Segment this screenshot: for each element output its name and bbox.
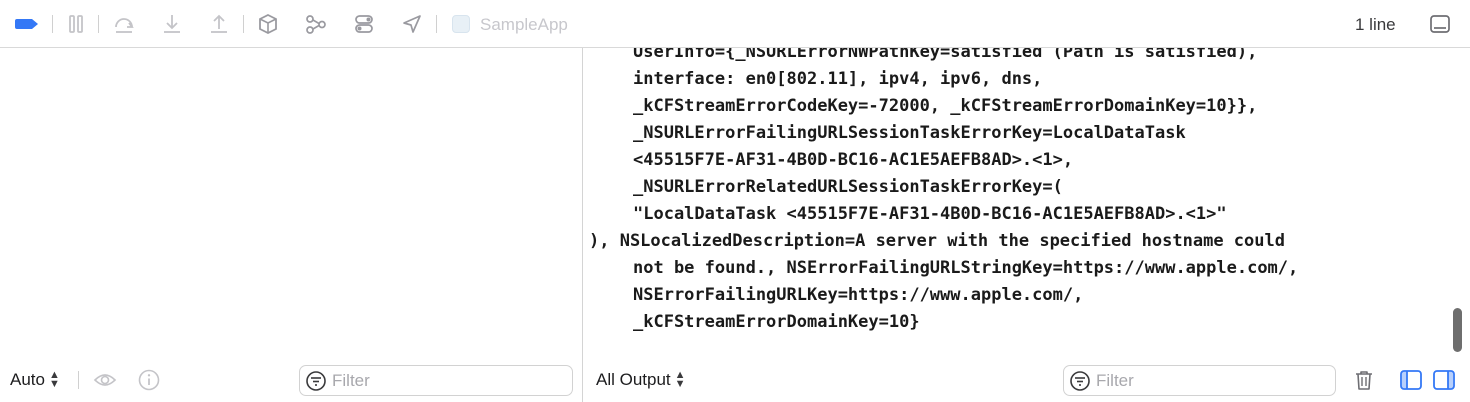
output-picker[interactable]: All Output ▲ ▼ [596,370,686,390]
scope-picker-label: Auto [10,370,45,389]
debug-toolbar: SampleApp 1 line [0,0,1470,48]
app-icon [452,15,470,33]
show-console-view-icon[interactable] [1432,368,1456,392]
variables-filter-input[interactable] [332,370,532,391]
up-down-chevron-icon: ▲ ▼ [48,369,60,390]
console-line: ), NSLocalizedDescription=A server with … [589,231,1285,251]
debug-view-hierarchy-icon[interactable] [257,13,279,35]
pause-icon[interactable] [65,13,87,35]
console-line: _kCFStreamErrorCodeKey=-72000, _kCFStrea… [633,96,1258,116]
console-line: interface: en0[802.11], ipv4, ipv6, dns, [633,69,1043,89]
scroll-thumb[interactable] [1453,308,1462,352]
console-filter-input[interactable] [1096,370,1296,391]
console-output[interactable]: UserInfo={_NSURLErrorNWPathKey=satisfied… [583,48,1470,402]
toolbar-separator [436,15,437,33]
memory-graph-icon[interactable] [305,13,327,35]
console-bar: All Output ▲ ▼ [583,356,1470,402]
up-down-chevron-icon: ▲ ▼ [674,369,686,390]
scope-picker[interactable]: Auto ▲ ▼ [10,370,60,390]
trash-icon[interactable] [1352,368,1376,392]
console-line: UserInfo={_NSURLErrorNWPathKey=satisfied… [633,48,1258,62]
console-line: NSErrorFailingURLKey=https://www.apple.c… [633,285,1084,305]
filter-icon [1070,370,1090,391]
toolbar-separator [98,15,99,33]
step-over-icon[interactable] [113,13,135,35]
console-line: _NSURLErrorRelatedURLSessionTaskErrorKey… [633,177,1063,197]
variables-bar: Auto ▲ ▼ [0,356,582,402]
variables-filter[interactable] [299,365,573,396]
console-line: <45515F7E-AF31-4B0D-BC16-AC1E5AEFB8AD>.<… [633,150,1074,170]
console-line: _kCFStreamErrorDomainKey=10} [633,312,920,332]
show-variables-view-icon[interactable] [1399,368,1423,392]
eye-icon[interactable] [93,368,117,392]
console-text: UserInfo={_NSURLErrorNWPathKey=satisfied… [589,48,1439,336]
variables-view [0,48,582,402]
step-into-icon[interactable] [161,13,183,35]
step-out-icon[interactable] [208,13,230,35]
app-name[interactable]: SampleApp [480,15,568,35]
info-icon[interactable] [137,368,161,392]
console-filter[interactable] [1063,365,1336,396]
line-count: 1 line [1355,15,1396,34]
simulate-location-icon[interactable] [401,13,423,35]
console-line: "LocalDataTask <45515F7E-AF31-4B0D-BC16-… [633,204,1227,224]
output-picker-label: All Output [596,370,671,389]
console-scrollbar[interactable] [1450,48,1464,354]
breakpoint-icon[interactable] [14,13,40,35]
toolbar-separator [243,15,244,33]
console-line: _NSURLErrorFailingURLSessionTaskErrorKey… [633,123,1186,143]
bar-separator [78,371,79,389]
environment-overrides-icon[interactable] [353,13,375,35]
toolbar-separator [52,15,53,33]
console-line: not be found., NSErrorFailingURLStringKe… [633,258,1299,278]
filter-icon [306,370,326,391]
hide-console-icon[interactable] [1429,13,1451,35]
